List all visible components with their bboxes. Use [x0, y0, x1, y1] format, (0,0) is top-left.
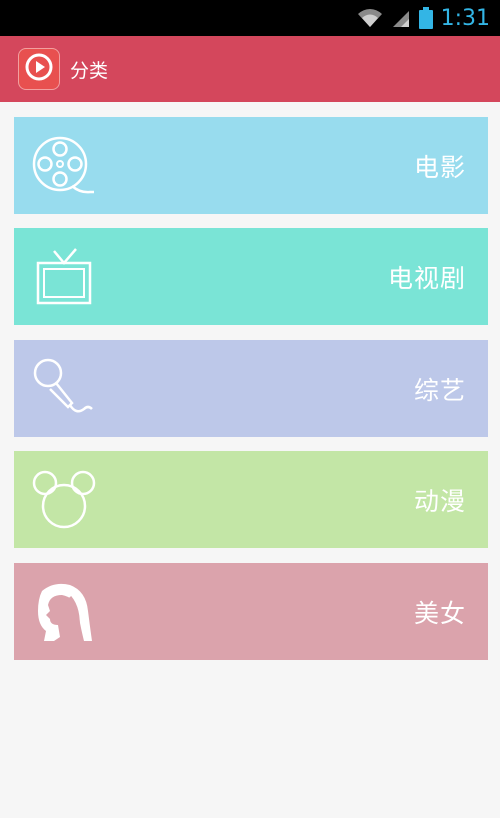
category-beauty[interactable]: 美女: [14, 563, 488, 660]
page-title: 分类: [70, 59, 109, 82]
category-label: 美女: [413, 598, 466, 628]
woman-profile-icon: [32, 580, 96, 644]
mickey-ears-icon: [32, 468, 96, 532]
app-logo[interactable]: [18, 48, 60, 90]
status-bar: 1:31: [0, 0, 500, 36]
status-time: 1:31: [440, 5, 490, 31]
category-label: 动漫: [413, 486, 466, 516]
app-bar: 分类: [0, 36, 500, 102]
category-tv-series[interactable]: 电视剧: [14, 228, 488, 325]
film-reel-icon: [32, 134, 96, 198]
category-label: 电视剧: [387, 263, 466, 293]
category-label: 电影: [413, 152, 466, 182]
category-anime[interactable]: 动漫: [14, 451, 488, 548]
category-list: 电影 电视剧 综艺 动漫 美女: [0, 102, 500, 818]
cell-signal-icon: [391, 8, 411, 28]
category-label: 综艺: [413, 375, 466, 405]
wifi-icon: [357, 8, 383, 28]
battery-icon: [418, 7, 433, 29]
tv-icon: [32, 245, 96, 309]
category-movie[interactable]: 电影: [14, 117, 488, 214]
category-variety[interactable]: 综艺: [14, 340, 488, 437]
microphone-icon: [32, 357, 96, 421]
play-icon: [24, 52, 54, 86]
